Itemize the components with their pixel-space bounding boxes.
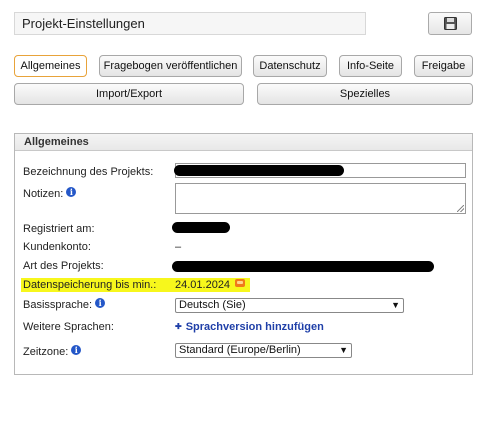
panel-title: Allgemeines — [15, 134, 472, 151]
timezone-label: Zeitzone: i — [23, 345, 82, 358]
calendar-icon[interactable] — [235, 279, 246, 287]
tab-fragebogen-veroeffentlichen[interactable]: Fragebogen veröffentlichen — [99, 55, 242, 77]
tab-freigabe[interactable]: Freigabe — [414, 55, 473, 77]
account-label: Kundenkonto: — [23, 241, 91, 253]
notes-label: Notizen: i — [23, 187, 77, 200]
chevron-down-icon: ▼ — [339, 345, 348, 355]
info-icon[interactable]: i — [71, 345, 82, 355]
more-languages-label: Weitere Sprachen: — [23, 321, 114, 333]
floppy-disk-icon — [443, 17, 457, 30]
info-icon[interactable]: i — [66, 187, 77, 197]
tab-spezielles[interactable]: Spezielles — [257, 83, 473, 105]
redacted-value — [172, 222, 230, 233]
info-icon[interactable]: i — [95, 298, 106, 308]
timezone-value: Standard (Europe/Berlin) — [179, 344, 301, 356]
save-button[interactable] — [428, 12, 472, 35]
timezone-select[interactable]: Standard (Europe/Berlin) ▼ — [175, 343, 352, 358]
add-language-link[interactable]: ✚ Sprachversion hinzufügen — [175, 321, 324, 333]
project-name-input[interactable] — [174, 163, 466, 178]
tab-allgemeines[interactable]: Allgemeines — [14, 55, 87, 77]
base-language-select[interactable]: Deutsch (Sie) ▼ — [175, 298, 404, 313]
tab-datenschutz[interactable]: Datenschutz — [253, 55, 327, 77]
project-type-label: Art des Projekts: — [23, 260, 104, 272]
base-language-value: Deutsch (Sie) — [179, 299, 246, 311]
add-language-link-text: Sprachversion hinzufügen — [185, 321, 324, 333]
tab-import-export[interactable]: Import/Export — [14, 83, 244, 105]
page-title: Projekt-Einstellungen — [14, 12, 366, 35]
timezone-label-text: Zeitzone: — [23, 346, 69, 358]
base-language-label-text: Basissprache: — [23, 299, 93, 311]
base-language-label: Basissprache: i — [23, 298, 106, 311]
plus-icon: ✚ — [175, 322, 182, 331]
general-settings-panel: Allgemeines Bezeichnung des Projekts: No… — [14, 133, 473, 375]
chevron-down-icon: ▼ — [391, 300, 400, 310]
notes-label-text: Notizen: — [23, 188, 64, 200]
redacted-value — [174, 165, 344, 176]
notes-textarea[interactable] — [175, 183, 466, 214]
account-value: – — [175, 241, 182, 253]
retention-label: Datenspeicherung bis min.: — [23, 279, 157, 291]
retention-value: 24.01.2024 — [175, 279, 246, 291]
retention-date: 24.01.2024 — [175, 279, 231, 291]
tab-info-seite[interactable]: Info-Seite — [339, 55, 402, 77]
resize-grip-icon[interactable] — [457, 205, 464, 212]
redacted-value — [172, 261, 434, 272]
project-name-label: Bezeichnung des Projekts: — [23, 166, 154, 178]
registered-label: Registriert am: — [23, 223, 95, 235]
